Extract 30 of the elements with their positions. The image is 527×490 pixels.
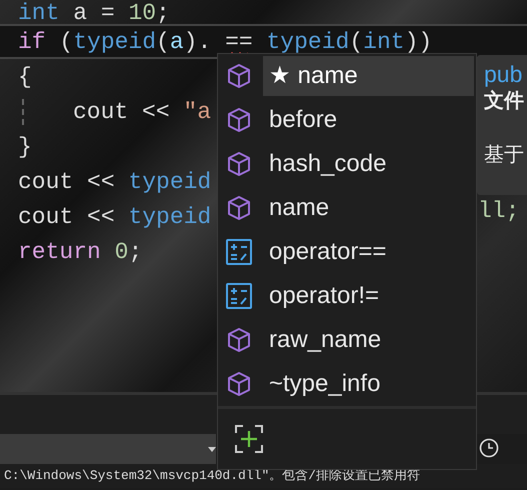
code-fragment: ll; [478,198,520,224]
code-line: { [18,64,32,90]
clock-icon[interactable] [479,438,499,458]
signature-text: pub [484,61,524,87]
completion-item[interactable]: raw_name [263,320,474,360]
completion-item[interactable]: operator== [263,232,474,272]
cube-icon [225,150,253,178]
caret-icon [208,447,216,452]
description-text: 基于 [484,141,525,168]
code-line: int a = 10; [18,0,170,26]
operator-icon [225,238,253,266]
cube-icon [225,106,253,134]
code-line: return 0; [18,238,142,264]
code-line: cout << typeid [18,204,212,230]
cube-icon [225,194,253,222]
cube-icon [225,62,253,90]
code-line: } [18,134,32,160]
completion-item[interactable]: ★ name [263,56,474,96]
cube-icon [225,326,253,354]
completion-item[interactable]: operator!= [263,276,474,316]
code-line: cout << typeid [18,168,212,194]
completion-item[interactable]: before [263,100,474,140]
completion-item[interactable]: ~type_info [263,364,474,404]
completion-item[interactable]: hash_code [263,144,474,184]
code-line: cout << "a [22,98,212,124]
cube-icon [225,370,253,398]
file-label: 文件 [484,87,525,113]
completion-item[interactable]: name [263,188,474,228]
operator-icon [225,282,253,310]
add-member-icon[interactable] [234,424,264,454]
